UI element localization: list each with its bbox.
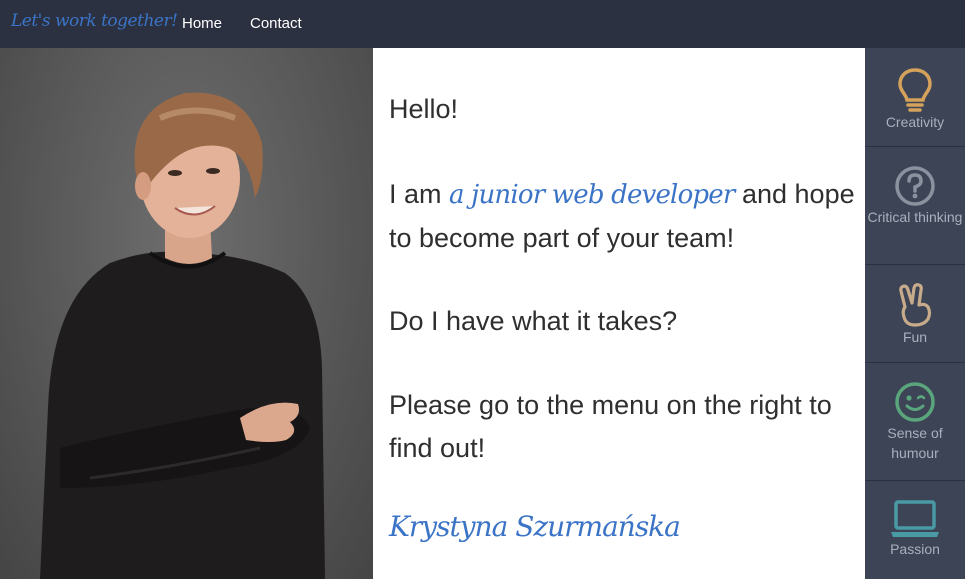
cta-text: Please go to the menu on the right to fi… bbox=[389, 390, 832, 463]
sidebar-item-fun[interactable]: Fun bbox=[865, 265, 965, 363]
sidebar-item-label: Sense of humour bbox=[887, 425, 943, 461]
intro-prefix: I am bbox=[389, 179, 450, 209]
question-text: Do I have what it takes? bbox=[389, 306, 678, 336]
laptop-icon bbox=[891, 500, 939, 537]
peace-hand-icon bbox=[899, 283, 932, 327]
portrait-illustration bbox=[40, 92, 325, 579]
smile-icon bbox=[895, 382, 935, 422]
nav-home-link[interactable]: Home bbox=[182, 15, 222, 32]
sidebar-item-label: Passion bbox=[890, 541, 940, 557]
sidebar-item-label: Fun bbox=[902, 329, 928, 345]
nav-contact-link[interactable]: Contact bbox=[250, 15, 302, 32]
lightbulb-icon bbox=[898, 68, 932, 112]
sidebar-item-passion[interactable]: Passion bbox=[865, 481, 965, 579]
intro-text: I am a junior web developer and hope to … bbox=[389, 173, 859, 260]
question-circle-icon bbox=[895, 166, 935, 206]
sidebar-item-sense-of-humour[interactable]: Sense of humour bbox=[865, 363, 965, 481]
sidebar-item-critical-thinking[interactable]: Critical thinking bbox=[865, 147, 965, 265]
sidebar-item-label: Creativity bbox=[885, 114, 945, 130]
sidebar-item-creativity[interactable]: Creativity bbox=[865, 48, 965, 147]
greeting-text: Hello! bbox=[389, 94, 459, 124]
intro-content: Hello! I am a junior web developer and h… bbox=[373, 48, 865, 579]
skills-sidebar: Creativity Critical thinking Fun Sense o… bbox=[865, 48, 965, 579]
brand-link[interactable]: Let's work together! bbox=[11, 11, 178, 31]
signature: Krystyna Szurmańska bbox=[389, 510, 681, 543]
navbar: Let's work together! Home Contact bbox=[0, 0, 965, 48]
role-highlight: a junior web developer bbox=[449, 180, 735, 210]
profile-photo bbox=[0, 48, 373, 579]
sidebar-item-label: Critical thinking bbox=[867, 209, 963, 225]
